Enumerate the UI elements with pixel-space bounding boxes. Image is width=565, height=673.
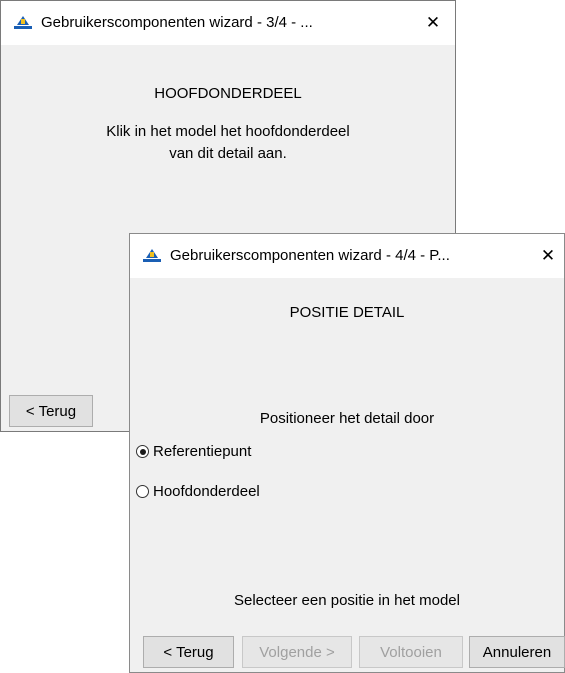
app-icon (143, 249, 161, 262)
back-button[interactable]: < Terug (143, 636, 234, 668)
step-heading: HOOFDONDERDEEL (154, 85, 302, 102)
radio-button[interactable] (136, 485, 149, 498)
radio-label: Hoofdonderdeel (153, 483, 260, 500)
instruction-line-1: Klik in het model het hoofdonderdeel (106, 123, 350, 140)
radio-hoofdonderdeel[interactable]: Hoofdonderdeel (136, 483, 260, 500)
close-button[interactable]: ✕ (528, 234, 565, 278)
close-icon: ✕ (540, 246, 556, 265)
title-bar[interactable]: Gebruikerscomponenten wizard - 3/4 - ...… (1, 1, 455, 45)
position-instruction: Positioneer het detail door (259, 410, 435, 427)
close-button[interactable]: ✕ (413, 1, 453, 45)
cancel-button[interactable]: Annuleren (469, 636, 565, 668)
radio-label: Referentiepunt (153, 443, 252, 460)
finish-button[interactable]: Voltooien (359, 636, 463, 668)
instruction-line-2: van dit detail aan. (169, 145, 287, 162)
back-button[interactable]: < Terug (9, 395, 93, 427)
status-text: Selecteer een positie in het model (234, 592, 460, 609)
title-bar[interactable]: Gebruikerscomponenten wizard - 4/4 - P..… (130, 234, 564, 278)
wizard-window-step-4: Gebruikerscomponenten wizard - 4/4 - P..… (129, 233, 565, 673)
window-title: Gebruikerscomponenten wizard - 4/4 - P..… (170, 247, 450, 264)
close-icon: ✕ (425, 13, 441, 32)
step-heading: POSITIE DETAIL (289, 304, 405, 321)
app-icon (14, 16, 32, 29)
radio-referentiepunt[interactable]: Referentiepunt (136, 443, 251, 460)
window-title: Gebruikerscomponenten wizard - 3/4 - ... (41, 14, 313, 31)
radio-button-checked[interactable] (136, 445, 149, 458)
next-button[interactable]: Volgende > (242, 636, 352, 668)
